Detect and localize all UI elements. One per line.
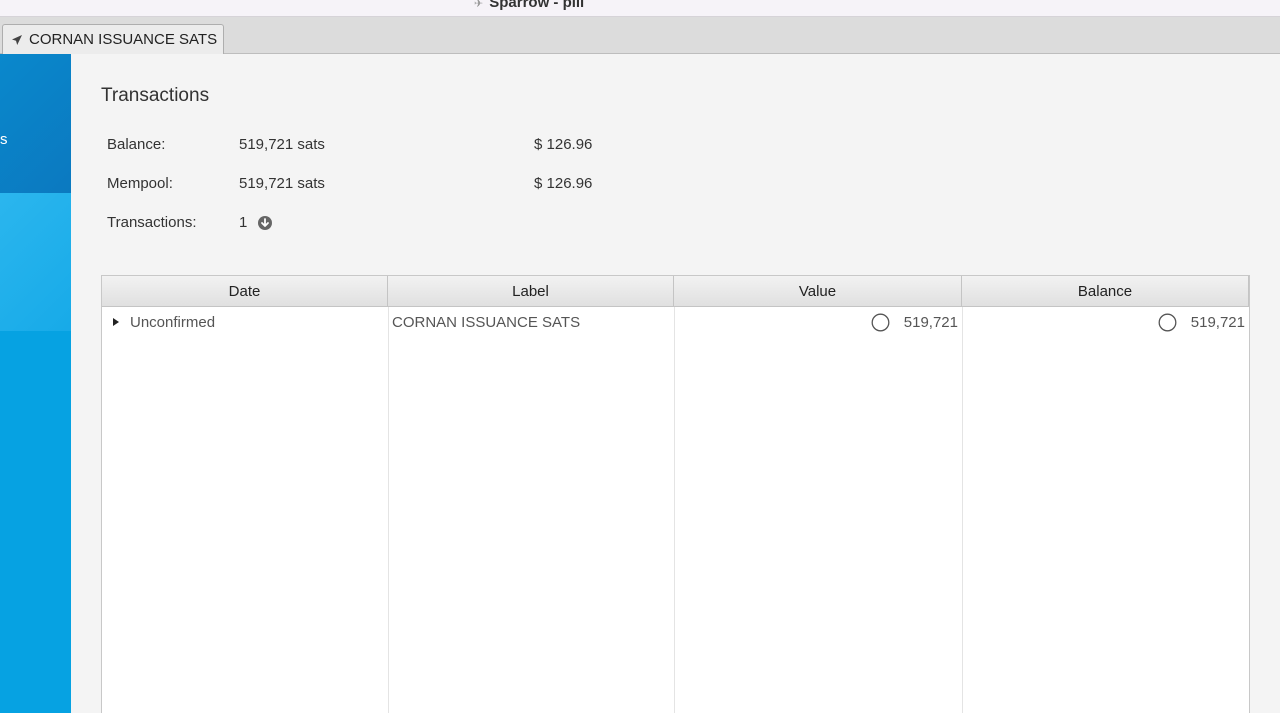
column-header-balance[interactable]: Balance bbox=[962, 276, 1249, 307]
tab-label: CORNAN ISSUANCE SATS bbox=[29, 31, 218, 48]
date-cell: Unconfirmed bbox=[102, 307, 388, 337]
mempool-value: 519,721 sats bbox=[239, 175, 325, 192]
value-amount: 519,721 bbox=[903, 313, 958, 331]
label-value: CORNAN ISSUANCE SATS bbox=[392, 313, 581, 331]
transactions-count-value: 1 bbox=[239, 214, 248, 231]
balance-label: Balance: bbox=[107, 136, 166, 153]
pin-icon: ✈ bbox=[474, 0, 484, 10]
mempool-fiat: $ 126.96 bbox=[534, 175, 593, 192]
table-row[interactable]: Unconfirmed CORNAN ISSUANCE SATS 519,721 bbox=[102, 307, 1249, 337]
column-header-date[interactable]: Date bbox=[102, 276, 388, 307]
balance-value: 519,721 sats bbox=[239, 136, 325, 153]
main-panel: Transactions Balance: 519,721 sats $ 126… bbox=[71, 54, 1280, 713]
tab-wallet[interactable]: CORNAN ISSUANCE SATS bbox=[2, 24, 225, 54]
sidebar-item-label: s bbox=[0, 131, 8, 148]
transactions-count: 1 bbox=[239, 214, 273, 231]
page-title: Transactions bbox=[101, 85, 210, 106]
arrow-down-circle-icon[interactable] bbox=[257, 215, 273, 231]
value-cell: 519,721 bbox=[674, 307, 962, 337]
sidebar-item-next[interactable] bbox=[0, 193, 71, 331]
expand-arrow-icon[interactable] bbox=[111, 317, 121, 327]
sidebar: s bbox=[0, 54, 71, 713]
column-divider bbox=[674, 307, 675, 713]
table-header: Date Label Value Balance bbox=[102, 276, 1249, 307]
balance-fiat: $ 126.96 bbox=[534, 136, 593, 153]
transactions-label: Transactions: bbox=[107, 214, 197, 231]
column-divider bbox=[388, 307, 389, 713]
label-cell[interactable]: CORNAN ISSUANCE SATS bbox=[388, 307, 674, 337]
mempool-label: Mempool: bbox=[107, 175, 173, 192]
window-title: ✈ Sparrow - pill bbox=[474, 0, 585, 11]
column-header-label[interactable]: Label bbox=[388, 276, 674, 307]
unconfirmed-circle-icon bbox=[1158, 313, 1177, 331]
transactions-table: Date Label Value Balance Unconfirmed COR… bbox=[101, 275, 1250, 713]
column-divider bbox=[962, 307, 963, 713]
unconfirmed-circle-icon bbox=[871, 313, 890, 331]
send-icon bbox=[12, 34, 22, 45]
tab-bar: CORNAN ISSUANCE SATS bbox=[0, 17, 1280, 54]
sidebar-item-transactions[interactable]: s bbox=[0, 54, 71, 193]
balance-amount: 519,721 bbox=[1190, 313, 1245, 331]
column-header-value[interactable]: Value bbox=[674, 276, 962, 307]
balance-cell: 519,721 bbox=[962, 307, 1249, 337]
window-titlebar: ✈ Sparrow - pill bbox=[0, 0, 1280, 17]
date-value: Unconfirmed bbox=[130, 313, 216, 331]
balance-chart: 050100150 0102030405060708090100110 bbox=[690, 98, 1110, 258]
